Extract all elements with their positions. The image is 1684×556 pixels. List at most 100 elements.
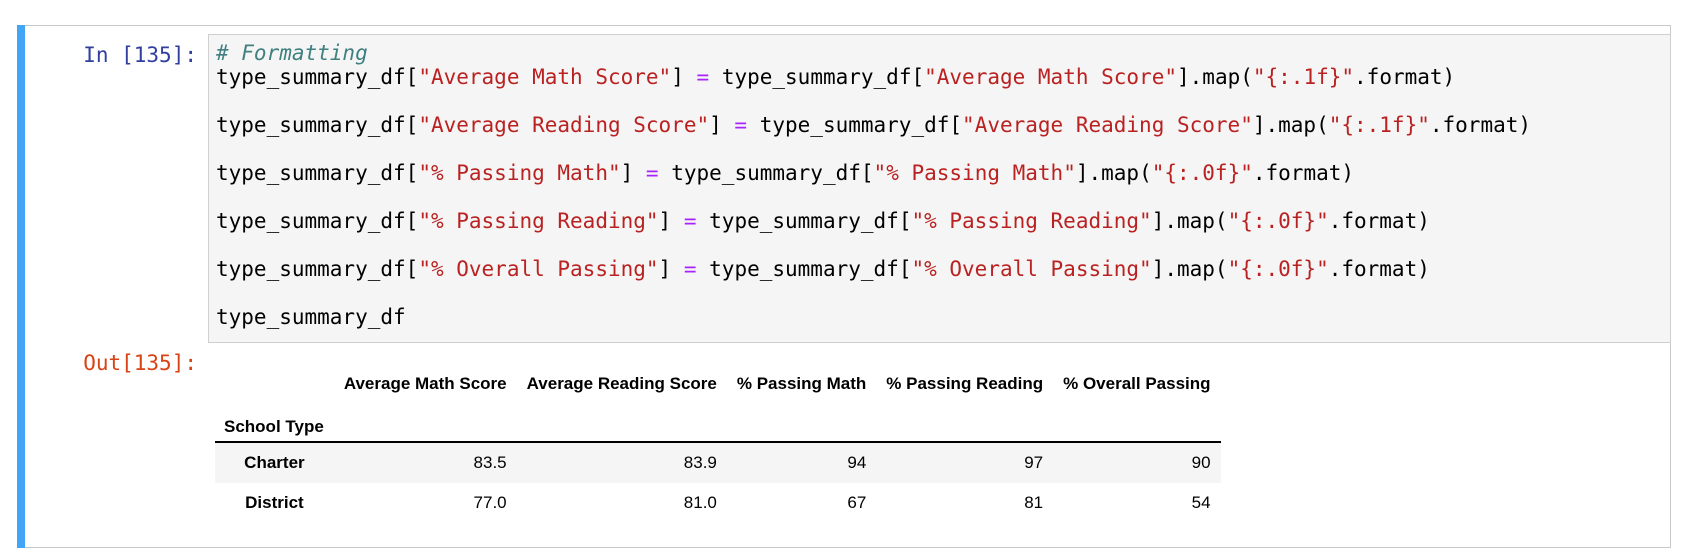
code-line: type_summary_df["Average Reading Score"]… [216, 113, 1531, 137]
table-row: District 77.0 81.0 67 81 54 [215, 483, 1221, 523]
code-token: [ [860, 161, 874, 185]
column-header: % Passing Reading [886, 374, 1044, 393]
input-prompt: In [135]: [83, 43, 197, 67]
code-token: type_summary_df [721, 65, 912, 89]
table-cell: 94 [847, 453, 867, 472]
code-string: "% Passing Math" [873, 161, 1076, 185]
code-token: .map( [1189, 65, 1253, 89]
code-token: type_summary_df [216, 161, 406, 185]
code-token: = [696, 65, 710, 89]
code-token: ] [658, 257, 672, 281]
code-token: ] [658, 209, 672, 233]
code-token: type_summary_df [216, 257, 406, 281]
code-string: "{:.0f}" [1227, 209, 1329, 233]
table-cell: 83.5 [473, 453, 507, 472]
code-token: ] [709, 113, 722, 137]
code-token: type_summary_df [216, 209, 406, 233]
code-string: "% Passing Math" [418, 161, 621, 185]
code-editor[interactable]: # Formatting type_summary_df["Average Mat… [208, 34, 1671, 343]
code-token: type_summary_df [759, 113, 950, 137]
code-line: type_summary_df["% Passing Reading"] = t… [216, 209, 1531, 233]
code-string: "Average Reading Score" [962, 113, 1253, 137]
code-token: type_summary_df [216, 65, 406, 89]
code-string: "Average Reading Score" [418, 113, 710, 137]
table-row: Charter 83.5 83.9 94 97 90 [215, 442, 1221, 483]
code-token: ] [1252, 113, 1266, 137]
code-token: type_summary_df [216, 113, 406, 137]
code-string: "% Passing Reading" [418, 209, 659, 233]
code-string: "% Overall Passing" [418, 257, 659, 281]
code-token: = [683, 209, 697, 233]
code-string: "Average Math Score" [418, 65, 672, 89]
code-token: .map( [1265, 113, 1329, 137]
code-string: "{:.0f}" [1227, 257, 1329, 281]
table-cell: 81.0 [683, 493, 717, 512]
code-token: [ [405, 113, 419, 137]
code-token: ] [620, 161, 634, 185]
code-token: .map( [1164, 257, 1228, 281]
code-string: "{:.1f}" [1328, 113, 1430, 137]
table-cell: 77.0 [473, 493, 507, 512]
code-string: "Average Math Score" [924, 65, 1177, 89]
table-cell: 54 [1191, 493, 1211, 512]
code-token: = [683, 257, 697, 281]
index-name: School Type [215, 402, 334, 443]
table-cell: 97 [1024, 453, 1044, 472]
code-token: [ [898, 257, 912, 281]
code-token: .map( [1164, 209, 1228, 233]
column-header: Average Math Score [343, 374, 507, 393]
code-token: ] [1075, 161, 1089, 185]
code-token: [ [405, 257, 419, 281]
code-token: [ [405, 161, 419, 185]
table-cell: 90 [1191, 453, 1211, 472]
code-token: = [645, 161, 659, 185]
code-token: type_summary_df [709, 257, 899, 281]
code-comment: # Formatting [216, 41, 368, 65]
table-cell: 83.9 [683, 453, 717, 472]
code-token: .format) [1252, 161, 1355, 185]
code-line: type_summary_df["% Passing Math"] = type… [216, 161, 1531, 185]
corner-cell [215, 364, 334, 402]
code-string: "{:.1f}" [1252, 65, 1355, 89]
code-token: .format) [1328, 257, 1430, 281]
table-cell: 81 [1024, 493, 1044, 512]
code-token: [ [911, 65, 925, 89]
code-line: # Formatting [216, 41, 1531, 65]
code-line: type_summary_df [216, 305, 1531, 329]
code-token: [ [898, 209, 912, 233]
dataframe-table: Average Math Score Average Reading Score%… [215, 364, 1221, 523]
code-token: [ [949, 113, 963, 137]
index-header-row: School Type [215, 402, 1221, 443]
code-token: .format) [1328, 209, 1430, 233]
code-line: type_summary_df["Average Math Score"] = … [216, 65, 1531, 89]
code-string: "% Overall Passing" [911, 257, 1152, 281]
code-line: type_summary_df["% Overall Passing"] = t… [216, 257, 1531, 281]
code-token: ] [671, 65, 684, 89]
code-token: type_summary_df [671, 161, 861, 185]
row-index: District [245, 493, 304, 512]
code-token: .format) [1354, 65, 1456, 89]
code-string: "% Passing Reading" [911, 209, 1152, 233]
table-cell: 67 [847, 493, 867, 512]
code-token: .format) [1429, 113, 1532, 137]
output-prompt: Out[135]: [83, 351, 197, 375]
code-token: [ [405, 209, 419, 233]
column-header: % Overall Passing [1063, 374, 1211, 393]
code-token: type_summary_df [709, 209, 899, 233]
row-index: Charter [244, 453, 305, 472]
code-string: "{:.0f}" [1151, 161, 1253, 185]
code-identifier: type_summary_df [216, 305, 406, 329]
column-header: Average Reading Score [526, 374, 717, 393]
code-text[interactable]: # Formatting type_summary_df["Average Mat… [216, 41, 1531, 329]
column-header: % Passing Math [736, 374, 867, 393]
code-token: ] [1151, 209, 1165, 233]
code-token: = [734, 113, 748, 137]
cell-selection-bar [17, 25, 25, 548]
code-token: ] [1177, 65, 1190, 89]
output-area: Average Math Score Average Reading Score%… [215, 364, 1221, 523]
